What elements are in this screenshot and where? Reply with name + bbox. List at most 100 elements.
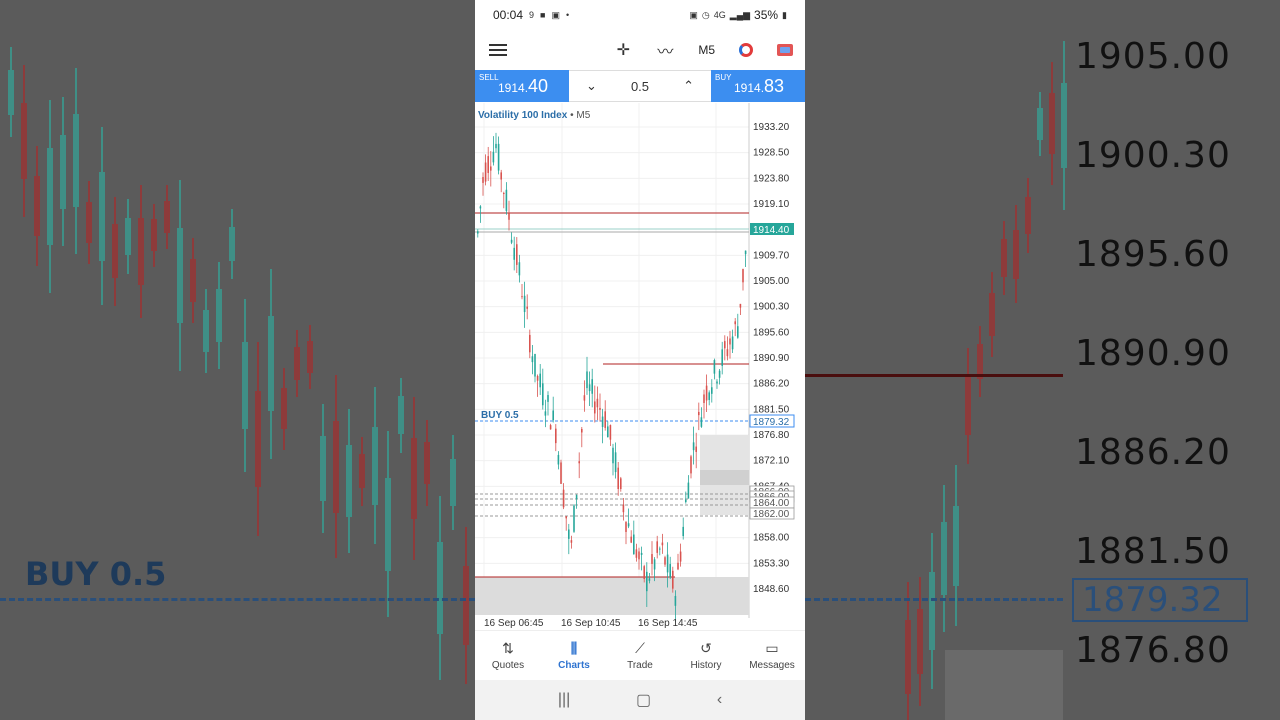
candle-body (531, 356, 534, 363)
volume-increase-icon[interactable]: ⌃ (683, 78, 694, 94)
current-price-label: 1914.40 (753, 225, 790, 236)
buy-label: BUY (715, 73, 732, 82)
candle-body (562, 489, 565, 508)
candle-body (737, 326, 739, 338)
chart-timeframe: • M5 (570, 110, 591, 121)
nav-messages[interactable]: ▭ Messages (739, 631, 805, 680)
background-price-label: 1900.30 (1075, 135, 1231, 176)
volume-control: ⌄ 0.5 ⌃ (569, 70, 711, 102)
candle-body (742, 269, 744, 283)
candle-body (513, 247, 515, 260)
background-candle (917, 608, 923, 674)
background-candle (73, 114, 79, 208)
candle-body (555, 428, 557, 444)
buy-price-big: 83 (764, 76, 785, 96)
background-candle (1001, 239, 1007, 277)
candle-body (705, 385, 708, 401)
crosshair-icon[interactable]: ✛ (614, 40, 632, 60)
color-circle-icon[interactable] (739, 43, 753, 57)
status-time: 00:04 (493, 8, 524, 22)
phone-screen: 00:04 9 ■ ▣ • ▣ ◷ 4G ▂▄▆ 35% ▮ ✛ 〰 M5 SE… (475, 0, 805, 720)
price-axis-label: 1909.70 (753, 250, 790, 261)
price-axis-label: 1886.20 (753, 379, 790, 390)
price-chart[interactable]: 1933.20 1928.50 1923.80 1919.10 1909.70 1905.… (475, 103, 805, 630)
background-candle (333, 420, 339, 513)
background-price-label: 1905.00 (1075, 36, 1231, 77)
background-candle (34, 176, 40, 237)
position-price-label: 1879.32 (753, 417, 790, 428)
candle-body (627, 523, 630, 527)
messages-icon: ▭ (765, 640, 779, 656)
candle-body (503, 193, 505, 195)
nav-trade[interactable]: ⟋ Trade (607, 631, 673, 680)
volume-decrease-icon[interactable]: ⌄ (586, 78, 597, 94)
background-candle (965, 376, 971, 436)
network-label: 4G (713, 10, 726, 20)
background-candle (138, 218, 144, 285)
candle-body (731, 336, 734, 350)
candle-body (648, 578, 651, 581)
candle-body (586, 371, 588, 389)
one-click-trade-panel: SELL 1914.40 ⌄ 0.5 ⌃ BUY 1914.83 (475, 70, 805, 102)
candle-body (726, 349, 729, 357)
candle-body (495, 143, 497, 149)
background-candle (294, 346, 300, 381)
sell-button[interactable]: SELL 1914.40 (475, 70, 569, 102)
home-icon[interactable]: ▢ (636, 690, 651, 710)
background-candle (177, 227, 183, 324)
candle-body (633, 534, 635, 555)
volume-value[interactable]: 0.5 (631, 79, 649, 94)
candle-body (651, 554, 653, 564)
candle-body (542, 383, 544, 406)
nav-charts[interactable]: ⫼ Charts (541, 631, 607, 680)
recent-apps-icon[interactable]: ||| (558, 691, 570, 709)
background-red-line (805, 374, 1063, 377)
sell-price-big: 40 (528, 76, 549, 96)
price-axis-label: 1858.00 (753, 533, 790, 544)
background-candle (989, 293, 995, 336)
background-candle (450, 458, 456, 506)
buy-button[interactable]: BUY 1914.83 (711, 70, 805, 102)
candle-body (492, 151, 495, 163)
candle-body (643, 566, 645, 579)
background-candle (411, 437, 417, 520)
background-candle (320, 435, 326, 501)
price-axis-label: 1905.00 (753, 276, 790, 287)
timeframe-button[interactable]: M5 (698, 43, 715, 57)
nav-history[interactable]: ↺ History (673, 631, 739, 680)
trend-line-icon: ⟋ (635, 640, 645, 656)
background-candle (216, 288, 222, 343)
background-candle (21, 103, 27, 180)
price-axis-label: 1923.80 (753, 173, 790, 184)
candle-body (604, 411, 606, 428)
back-icon[interactable]: ‹ (717, 691, 722, 709)
background-candle (398, 396, 404, 435)
nav-quotes[interactable]: ⇅ Quotes (475, 631, 541, 680)
price-axis-label: 1890.90 (753, 353, 790, 364)
one-click-trading-icon[interactable] (777, 44, 793, 56)
candle-body (565, 516, 567, 519)
candle-body (487, 156, 489, 173)
candle-body (640, 552, 643, 555)
background-candle (255, 390, 261, 488)
background-candle (1061, 83, 1067, 168)
battery-level: 35% (754, 8, 779, 22)
candle-body (539, 373, 541, 388)
price-axis-label: 1895.60 (753, 327, 790, 338)
indicator-icon[interactable]: 〰 (656, 38, 674, 62)
candle-body (508, 213, 510, 220)
candle-body (692, 442, 695, 451)
arrows-updown-icon: ⇅ (502, 640, 514, 656)
time-axis-label: 16 Sep 06:45 (484, 618, 544, 629)
candle-body (695, 446, 697, 452)
background-candle (929, 571, 935, 650)
hamburger-icon[interactable] (489, 41, 507, 59)
background-candle (281, 388, 287, 430)
candle-body (549, 425, 552, 430)
candle-body (609, 425, 612, 440)
background-candle (346, 445, 352, 518)
candle-body (646, 571, 648, 592)
candle-body (734, 321, 736, 325)
chart-toolbar: ✛ 〰 M5 (475, 30, 805, 70)
time-axis-label: 16 Sep 14:45 (638, 618, 698, 629)
